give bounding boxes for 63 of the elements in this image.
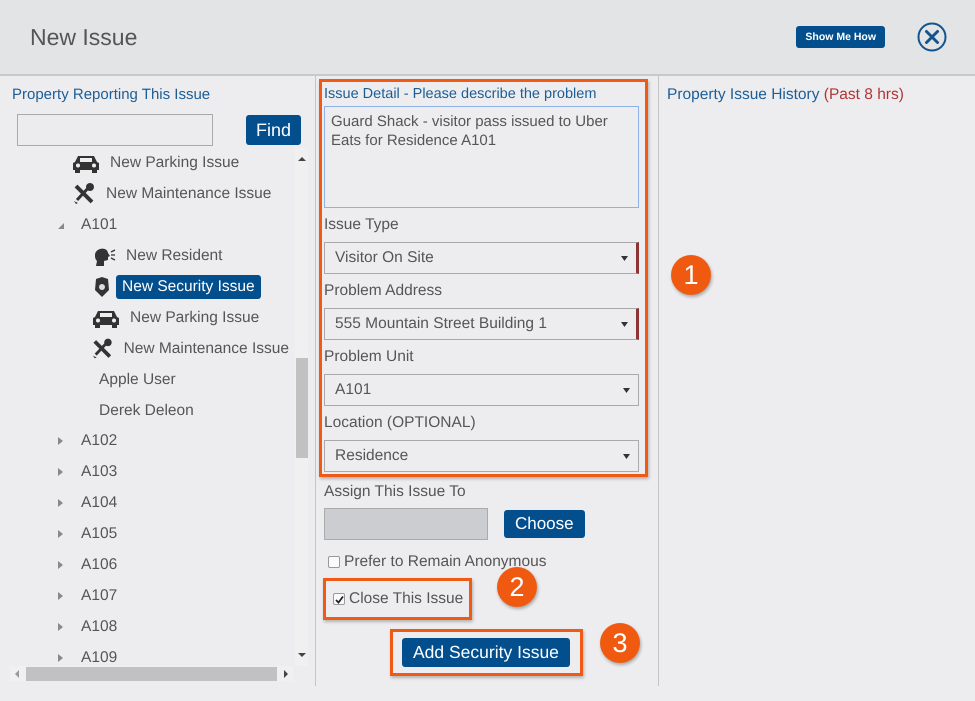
caret-icon: [621, 322, 628, 326]
dropdown-field[interactable]: A101: [324, 374, 639, 406]
scroll-up-icon[interactable]: [298, 156, 306, 162]
scroll-down-icon[interactable]: [298, 652, 306, 658]
car-icon: [72, 153, 100, 174]
checkbox-label: Close This Issue: [349, 590, 464, 608]
window-title: New Issue: [30, 24, 138, 50]
expand-arrow-icon[interactable]: [57, 529, 65, 540]
field-label: Issue Detail - Please describe the problem: [324, 86, 598, 102]
tree-item[interactable]: Apple User: [93, 368, 182, 392]
tree-item[interactable]: A104: [75, 491, 124, 516]
tree-action[interactable]: New Resident: [120, 244, 228, 268]
badge-icon: [92, 276, 112, 298]
tree-action[interactable]: New Parking Issue: [124, 306, 266, 330]
expand-arrow-icon[interactable]: [57, 467, 65, 478]
panel-heading: Property Reporting This Issue: [12, 86, 212, 103]
step-number-badge: 3: [600, 623, 640, 663]
find-button[interactable]: Find: [246, 115, 302, 145]
choose-button[interactable]: Choose: [504, 510, 585, 538]
tree-item[interactable]: A105: [75, 522, 124, 546]
expand-arrow-icon[interactable]: [57, 498, 65, 508]
expand-arrow-icon[interactable]: [57, 560, 65, 570]
expand-arrow-icon[interactable]: [57, 652, 65, 663]
field-label: Problem Address: [324, 282, 444, 301]
expand-arrow-icon[interactable]: [57, 436, 65, 446]
caret-icon: [623, 454, 630, 458]
add-security-issue-button[interactable]: Add Security Issue: [402, 638, 570, 667]
tree-item[interactable]: A103: [75, 460, 124, 484]
tree-item[interactable]: A109: [75, 646, 124, 668]
field-label: Location (OPTIONAL): [324, 414, 477, 433]
scroll-right-icon[interactable]: [283, 670, 289, 678]
field-label: Issue Type: [324, 216, 400, 235]
caret-icon: [621, 256, 628, 260]
expand-arrow-icon[interactable]: [57, 622, 65, 632]
scrollbar-thumb[interactable]: [296, 358, 308, 458]
search-field[interactable]: [17, 114, 213, 146]
tree-item[interactable]: A101: [75, 213, 124, 238]
dropdown-field[interactable]: Visitor On Site: [324, 242, 639, 274]
close-icon[interactable]: [917, 22, 947, 52]
panel-heading: Property Issue History: [667, 86, 820, 103]
tree-action[interactable]: New Parking Issue: [104, 151, 246, 176]
tree-item[interactable]: A102: [75, 429, 124, 454]
tree-action[interactable]: New Maintenance Issue: [118, 336, 295, 361]
scrollbar-thumb[interactable]: [26, 666, 277, 680]
tree-item[interactable]: A106: [75, 553, 124, 578]
scroll-left-icon[interactable]: [14, 670, 20, 678]
tree-action[interactable]: New Maintenance Issue: [100, 182, 278, 206]
checkbox[interactable]: [328, 556, 340, 568]
tree-item[interactable]: A108: [75, 614, 124, 639]
time-range-label: (Past 8 hrs): [824, 86, 904, 103]
dropdown-field[interactable]: 555 Mountain Street Building 1: [324, 308, 639, 340]
dropdown-field[interactable]: Residence: [324, 440, 639, 472]
show-me-how-button[interactable]: Show Me How: [796, 26, 885, 48]
tree-action[interactable]: New Security Issue: [116, 275, 261, 299]
step-number-badge: 1: [671, 255, 711, 295]
expand-arrow-icon[interactable]: [57, 590, 65, 601]
field-label: Assign This Issue To: [324, 483, 467, 501]
caret-icon: [623, 388, 630, 392]
issue-detail-field[interactable]: Guard Shack - visitor pass issued to Uber Eats for Residence A101: [324, 106, 639, 208]
checkbox[interactable]: [333, 593, 345, 605]
tree-item[interactable]: A107: [75, 584, 124, 608]
field-label: Problem Unit: [324, 348, 415, 367]
tree-item[interactable]: Derek Deleon: [93, 398, 200, 423]
